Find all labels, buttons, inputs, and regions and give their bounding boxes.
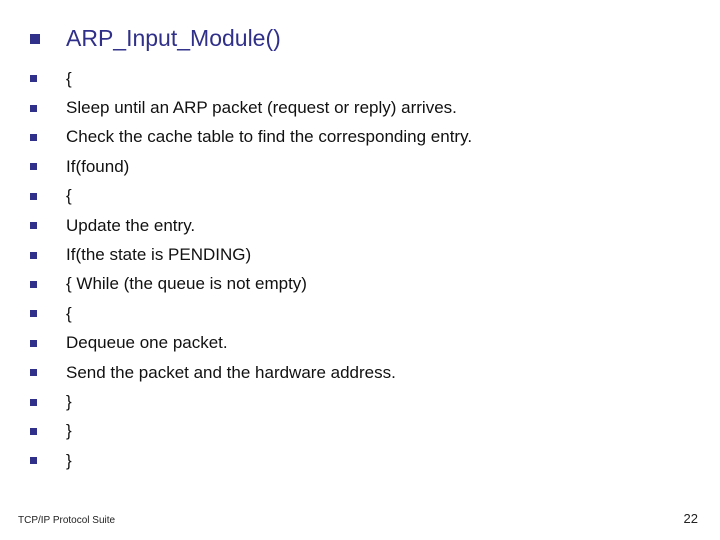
body-line: {: [30, 304, 720, 324]
body-text: }: [66, 421, 72, 441]
footer-left: TCP/IP Protocol Suite: [18, 515, 115, 526]
body-line: Dequeue one packet.: [30, 333, 720, 353]
body-text: Dequeue one packet.: [66, 333, 228, 353]
body-line: }: [30, 392, 720, 412]
slide-body: { Sleep until an ARP packet (request or …: [0, 69, 720, 471]
body-line: If(the state is PENDING): [30, 245, 720, 265]
body-text: {: [66, 304, 72, 324]
body-text: { While (the queue is not empty): [66, 274, 307, 294]
body-text: {: [66, 69, 72, 89]
body-text: If(the state is PENDING): [66, 245, 251, 265]
body-text: {: [66, 186, 72, 206]
body-text: Send the packet and the hardware address…: [66, 363, 396, 383]
square-bullet-icon: [30, 193, 37, 200]
body-line: {: [30, 186, 720, 206]
body-line: { While (the queue is not empty): [30, 274, 720, 294]
square-bullet-icon: [30, 457, 37, 464]
square-bullet-icon: [30, 252, 37, 259]
slide: ARP_Input_Module() { Sleep until an ARP …: [0, 0, 720, 540]
body-text: }: [66, 392, 72, 412]
title-row: ARP_Input_Module(): [0, 25, 720, 53]
body-line: {: [30, 69, 720, 89]
body-line: Check the cache table to find the corres…: [30, 127, 720, 147]
square-bullet-icon: [30, 163, 37, 170]
square-bullet-icon: [30, 399, 37, 406]
body-line: }: [30, 451, 720, 471]
body-line: If(found): [30, 157, 720, 177]
body-text: Sleep until an ARP packet (request or re…: [66, 98, 457, 118]
square-bullet-icon: [30, 369, 37, 376]
square-bullet-icon: [30, 222, 37, 229]
square-bullet-icon: [30, 281, 37, 288]
slide-title: ARP_Input_Module(): [66, 25, 281, 53]
body-line: Update the entry.: [30, 216, 720, 236]
body-text: If(found): [66, 157, 129, 177]
square-bullet-icon: [30, 105, 37, 112]
square-bullet-icon: [30, 428, 37, 435]
square-bullet-icon: [30, 134, 37, 141]
body-line: Send the packet and the hardware address…: [30, 363, 720, 383]
body-text: Check the cache table to find the corres…: [66, 127, 472, 147]
body-line: }: [30, 421, 720, 441]
body-text: }: [66, 451, 72, 471]
square-bullet-icon: [30, 310, 37, 317]
square-bullet-icon: [30, 75, 37, 82]
page-number: 22: [684, 511, 698, 526]
square-bullet-icon: [30, 340, 37, 347]
square-bullet-icon: [30, 34, 40, 44]
body-text: Update the entry.: [66, 216, 195, 236]
body-line: Sleep until an ARP packet (request or re…: [30, 98, 720, 118]
